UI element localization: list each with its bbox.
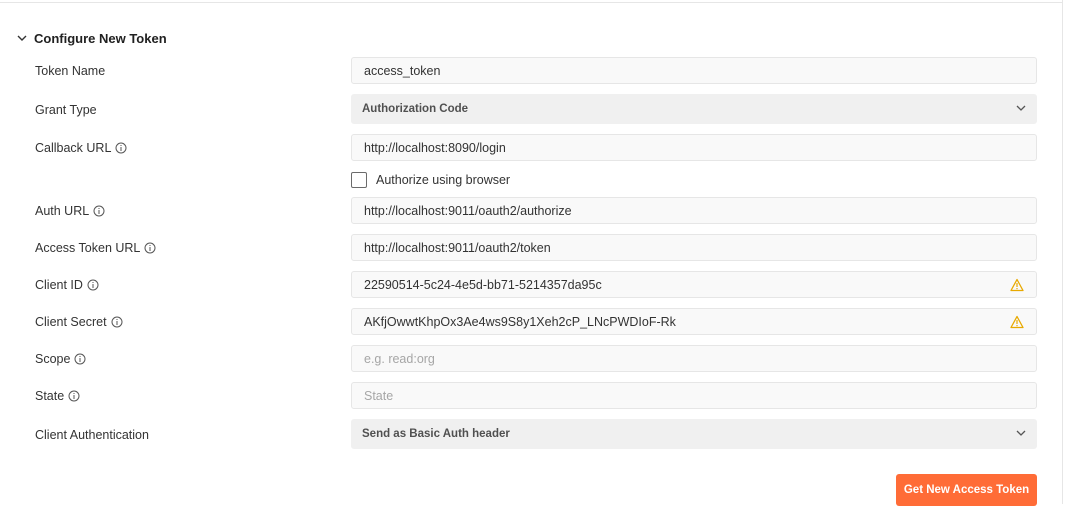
state-input[interactable]: State bbox=[351, 382, 1037, 409]
section-title: Configure New Token bbox=[34, 30, 167, 46]
grant-type-value: Authorization Code bbox=[362, 103, 469, 115]
configure-token-section-toggle[interactable]: Configure New Token bbox=[16, 28, 167, 48]
authorize-browser-label: Authorize using browser bbox=[376, 173, 511, 187]
scope-label-text: Scope bbox=[35, 352, 71, 366]
auth-url-label-text: Auth URL bbox=[35, 204, 90, 218]
client-auth-label: Client Authentication bbox=[35, 425, 149, 445]
grant-type-select[interactable]: Authorization Code bbox=[351, 94, 1037, 124]
info-icon[interactable] bbox=[68, 390, 80, 402]
warning-icon[interactable] bbox=[1010, 278, 1024, 292]
client-auth-value: Send as Basic Auth header bbox=[362, 428, 510, 440]
callback-url-input[interactable]: http://localhost:8090/login bbox=[351, 134, 1037, 161]
client-auth-select[interactable]: Send as Basic Auth header bbox=[351, 419, 1037, 449]
right-divider bbox=[1062, 0, 1063, 504]
auth-url-label: Auth URL bbox=[35, 201, 105, 221]
get-new-access-token-button[interactable]: Get New Access Token bbox=[896, 474, 1037, 506]
client-secret-label-text: Client Secret bbox=[35, 315, 107, 329]
client-secret-label: Client Secret bbox=[35, 312, 123, 332]
token-name-label: Token Name bbox=[35, 61, 105, 81]
token-name-input[interactable]: access_token bbox=[351, 57, 1037, 84]
client-id-input[interactable]: 22590514-5c24-4e5d-bb71-5214357da95c bbox=[351, 271, 1037, 298]
client-auth-label-text: Client Authentication bbox=[35, 428, 149, 442]
info-icon[interactable] bbox=[144, 242, 156, 254]
access-token-url-input[interactable]: http://localhost:9011/oauth2/token bbox=[351, 234, 1037, 261]
info-icon[interactable] bbox=[74, 353, 86, 365]
access-token-url-label: Access Token URL bbox=[35, 238, 156, 258]
warning-icon[interactable] bbox=[1010, 315, 1024, 329]
authorize-browser-checkbox-row[interactable]: Authorize using browser bbox=[351, 170, 510, 190]
info-icon[interactable] bbox=[111, 316, 123, 328]
grant-type-label: Grant Type bbox=[35, 100, 97, 120]
client-id-label-text: Client ID bbox=[35, 278, 83, 292]
token-name-label-text: Token Name bbox=[35, 64, 106, 78]
client-id-label: Client ID bbox=[35, 275, 99, 295]
info-icon[interactable] bbox=[87, 279, 99, 291]
access-token-url-label-text: Access Token URL bbox=[35, 241, 141, 255]
scope-input[interactable]: e.g. read:org bbox=[351, 345, 1037, 372]
callback-url-label-text: Callback URL bbox=[35, 141, 112, 155]
info-icon[interactable] bbox=[115, 142, 127, 154]
info-icon[interactable] bbox=[93, 205, 105, 217]
client-secret-input[interactable]: AKfjOwwtKhpOx3Ae4ws9S8y1Xeh2cP_LNcPWDIoF… bbox=[351, 308, 1037, 335]
chevron-down-icon bbox=[1016, 428, 1026, 441]
auth-url-input[interactable]: http://localhost:9011/oauth2/authorize bbox=[351, 197, 1037, 224]
scope-label: Scope bbox=[35, 349, 86, 369]
callback-url-label: Callback URL bbox=[35, 138, 127, 158]
grant-type-label-text: Grant Type bbox=[35, 103, 97, 117]
state-label: State bbox=[35, 386, 80, 406]
chevron-down-icon bbox=[1016, 103, 1026, 116]
authorize-browser-checkbox[interactable] bbox=[351, 172, 367, 188]
chevron-down-icon bbox=[16, 32, 28, 44]
client-id-value: 22590514-5c24-4e5d-bb71-5214357da95c bbox=[364, 277, 602, 292]
client-secret-value: AKfjOwwtKhpOx3Ae4ws9S8y1Xeh2cP_LNcPWDIoF… bbox=[364, 314, 676, 329]
state-label-text: State bbox=[35, 389, 65, 403]
top-divider bbox=[0, 0, 1062, 3]
